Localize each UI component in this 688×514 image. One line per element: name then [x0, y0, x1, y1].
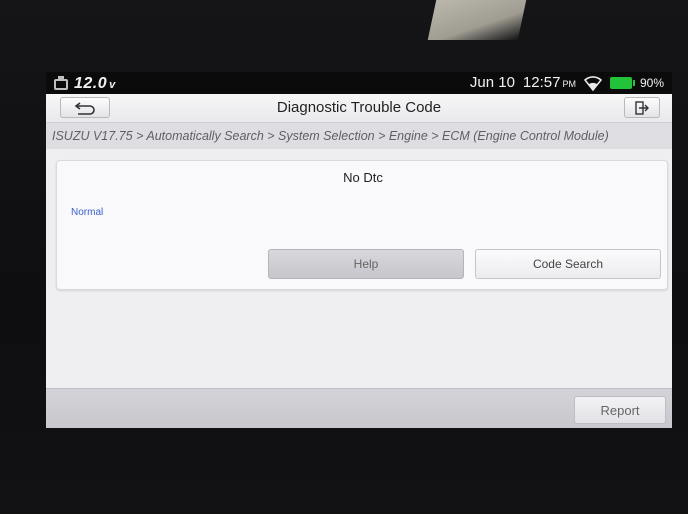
voltage-unit: v — [109, 79, 116, 91]
status-ampm: PM — [562, 79, 576, 89]
page-title: Diagnostic Trouble Code — [276, 99, 442, 116]
exit-button[interactable] — [624, 97, 660, 118]
status-bar: 12.0 v Jun 10 12:57 PM 90% — [46, 72, 672, 94]
help-button[interactable]: Help — [268, 249, 464, 279]
exit-icon — [635, 100, 649, 115]
code-search-button[interactable]: Code Search — [475, 249, 661, 279]
status-bar-right: Jun 10 12:57 PM 90% — [470, 74, 664, 91]
status-date: Jun 10 — [469, 74, 515, 91]
dtc-result-card: No Dtc Normal Help Code Search — [56, 160, 668, 290]
breadcrumb: ISUZU V17.75 > Automatically Search > Sy… — [46, 123, 672, 149]
status-bar-left: 12.0 v — [54, 75, 116, 93]
status-time: 12:57 — [522, 74, 561, 91]
dtc-result-title: No Dtc — [343, 170, 383, 185]
status-time-group: 12:57 PM — [523, 74, 576, 91]
bottom-bar: Report — [46, 388, 672, 428]
voltage-reading: 12.0 v — [74, 75, 116, 93]
voltage-value: 12.0 — [74, 75, 108, 92]
light-glare — [427, 0, 527, 40]
vehicle-battery-icon — [54, 75, 68, 90]
title-bar: Diagnostic Trouble Code — [46, 94, 672, 123]
wifi-icon — [583, 75, 602, 91]
battery-icon — [609, 76, 635, 89]
status-text: Normal — [71, 207, 104, 218]
report-button[interactable]: Report — [574, 396, 666, 424]
battery-percent: 90% — [639, 75, 664, 90]
device-screen: 12.0 v Jun 10 12:57 PM 90% Diagnostic Trou… — [46, 72, 672, 428]
